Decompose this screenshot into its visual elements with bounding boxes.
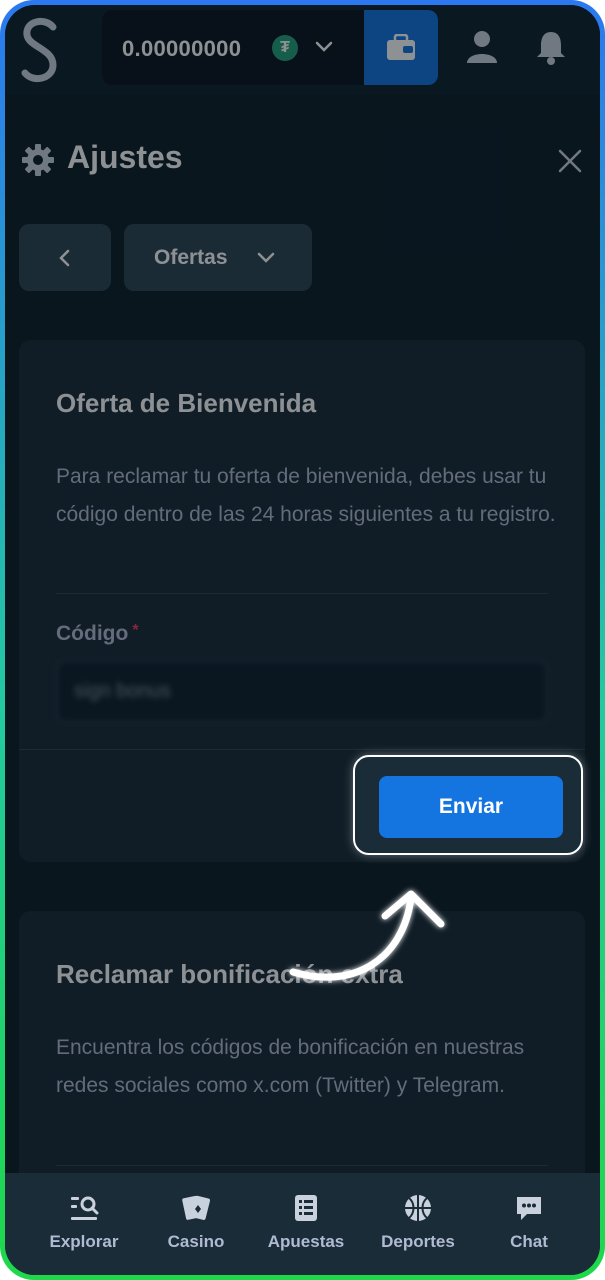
nav-chat[interactable]: Chat xyxy=(474,1193,584,1252)
code-label: Código * xyxy=(56,622,139,646)
welcome-offer-title: Oferta de Bienvenida xyxy=(56,388,317,418)
nav-deportes[interactable]: Deportes xyxy=(363,1193,473,1252)
balance-amount: 0.00000000 xyxy=(122,36,242,61)
nav-explorar[interactable]: Explorar xyxy=(29,1193,139,1252)
bets-list-icon xyxy=(295,1195,317,1221)
back-button[interactable] xyxy=(19,224,111,291)
divider xyxy=(56,1165,548,1166)
code-label-text: Código xyxy=(56,622,129,645)
divider xyxy=(19,749,585,750)
tether-icon: ₮ xyxy=(272,35,298,61)
wallet-button[interactable] xyxy=(364,10,438,85)
balance-selector[interactable]: 0.00000000 ₮ xyxy=(102,10,364,85)
chevron-down-icon xyxy=(257,252,275,263)
app-screen: 0.00000000 ₮ Ajustes Ofertas Oferta de B… xyxy=(5,5,600,1275)
bell-icon[interactable] xyxy=(535,29,567,65)
section-dropdown-label: Ofertas xyxy=(154,246,228,269)
required-mark: * xyxy=(132,622,139,639)
chat-icon xyxy=(517,1197,541,1220)
chevron-down-icon xyxy=(315,41,333,52)
section-dropdown[interactable]: Ofertas xyxy=(124,224,312,291)
nav-label: Deportes xyxy=(381,1232,455,1251)
nav-casino[interactable]: Casino xyxy=(141,1193,251,1252)
nav-apuestas[interactable]: Apuestas xyxy=(251,1193,361,1252)
chevron-left-icon xyxy=(59,249,70,267)
close-icon[interactable] xyxy=(557,148,583,174)
casino-cards-icon xyxy=(182,1195,211,1220)
gear-icon xyxy=(22,144,54,176)
page-title: Ajustes xyxy=(67,139,183,175)
divider xyxy=(56,593,548,594)
submit-highlight: Enviar xyxy=(353,755,583,855)
browse-icon xyxy=(71,1196,99,1220)
submit-button[interactable]: Enviar xyxy=(379,776,563,838)
code-input[interactable]: sign bonus xyxy=(56,660,548,723)
nav-label: Casino xyxy=(167,1232,225,1251)
nav-label: Explorar xyxy=(49,1232,119,1251)
top-bar: 0.00000000 ₮ xyxy=(5,5,600,95)
device-frame: 0.00000000 ₮ Ajustes Ofertas Oferta de B… xyxy=(0,0,605,1280)
brand-logo[interactable] xyxy=(19,15,63,85)
extra-bonus-description: Encuentra los códigos de bonificación en… xyxy=(56,1036,525,1097)
nav-label: Apuestas xyxy=(267,1232,345,1251)
user-icon[interactable] xyxy=(465,29,499,63)
welcome-offer-description: Para reclamar tu oferta de bienvenida, d… xyxy=(56,465,556,526)
pointer-arrow-icon xyxy=(289,890,445,981)
bottom-nav: Explorar Casino Apuestas Deportes Chat xyxy=(5,1173,600,1275)
wallet-icon xyxy=(387,34,415,60)
basketball-icon xyxy=(405,1195,431,1221)
nav-label: Chat xyxy=(510,1232,548,1251)
